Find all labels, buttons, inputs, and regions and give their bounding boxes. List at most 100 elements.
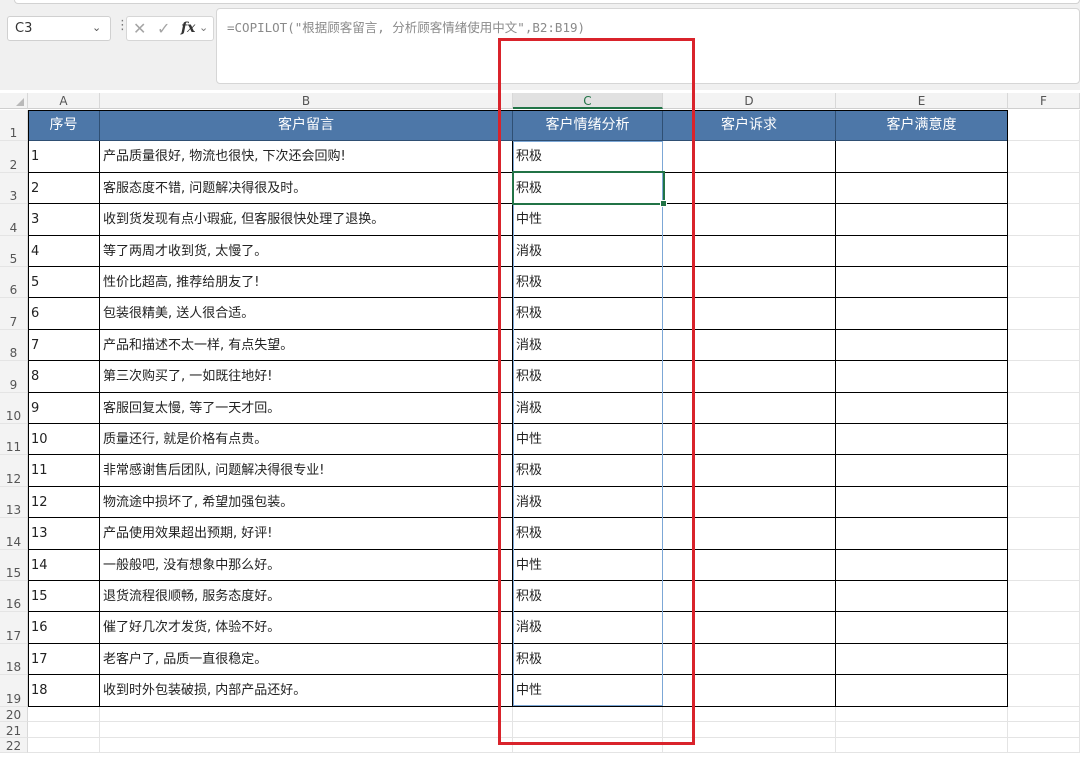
- row-header-6[interactable]: 6: [0, 267, 28, 299]
- cell-f2[interactable]: [1008, 141, 1080, 173]
- cell-b5[interactable]: 等了两周才收到货, 太慢了。: [100, 235, 513, 267]
- cell-c15[interactable]: 中性: [513, 549, 663, 581]
- name-box[interactable]: C3 ⌄: [7, 16, 111, 41]
- cell-c17[interactable]: 消极: [513, 612, 663, 644]
- cell-e22[interactable]: [836, 737, 1008, 754]
- cell-d5[interactable]: [663, 235, 836, 267]
- check-icon[interactable]: ✓: [157, 19, 170, 38]
- formula-input[interactable]: =COPILOT("根据顾客留言, 分析顾客情绪使用中文",B2:B19): [216, 8, 1080, 84]
- cell-e7[interactable]: [836, 298, 1008, 330]
- cell-d21[interactable]: [663, 722, 836, 738]
- cell-f21[interactable]: [1008, 722, 1080, 738]
- row-header-11[interactable]: 11: [0, 424, 28, 456]
- cell-e5[interactable]: [836, 235, 1008, 267]
- cell-f11[interactable]: [1008, 424, 1080, 456]
- row-header-22[interactable]: 22: [0, 737, 28, 754]
- column-header-c[interactable]: C: [513, 93, 663, 109]
- cell-b17[interactable]: 催了好几次才发货, 体验不好。: [100, 612, 513, 644]
- cell-b11[interactable]: 质量还行, 就是价格有点贵。: [100, 424, 513, 456]
- cell-a7[interactable]: 6: [28, 298, 100, 330]
- chevron-down-icon[interactable]: ⌄: [92, 21, 101, 34]
- cell-e9[interactable]: [836, 361, 1008, 393]
- cell-a12[interactable]: 11: [28, 455, 100, 487]
- cell-b16[interactable]: 退货流程很顺畅, 服务态度好。: [100, 581, 513, 613]
- cell-e18[interactable]: [836, 643, 1008, 676]
- row-header-7[interactable]: 7: [0, 298, 28, 330]
- cell-c2[interactable]: 积极: [513, 141, 663, 173]
- cell-b6[interactable]: 性价比超高, 推荐给朋友了!: [100, 267, 513, 299]
- cell-f9[interactable]: [1008, 361, 1080, 393]
- cell-d20[interactable]: [663, 706, 836, 723]
- cell-c12[interactable]: 积极: [513, 455, 663, 487]
- cell-b22[interactable]: [100, 737, 513, 754]
- cell-c8[interactable]: 消极: [513, 329, 663, 362]
- row-header-5[interactable]: 5: [0, 235, 28, 267]
- cell-a19[interactable]: 18: [28, 675, 100, 707]
- row-header-2[interactable]: 2: [0, 141, 28, 173]
- cell-f20[interactable]: [1008, 706, 1080, 723]
- row-header-21[interactable]: 21: [0, 722, 28, 738]
- cell-f4[interactable]: [1008, 204, 1080, 236]
- cell-a10[interactable]: 9: [28, 392, 100, 424]
- cell-f5[interactable]: [1008, 235, 1080, 267]
- cell-c6[interactable]: 积极: [513, 267, 663, 299]
- header-cell-c[interactable]: 客户情绪分析: [513, 110, 663, 141]
- cell-c11[interactable]: 中性: [513, 424, 663, 456]
- cell-c3[interactable]: 积极: [513, 172, 663, 205]
- row-header-1[interactable]: 1: [0, 110, 28, 141]
- cell-e2[interactable]: [836, 141, 1008, 173]
- row-header-12[interactable]: 12: [0, 455, 28, 487]
- cell-f17[interactable]: [1008, 612, 1080, 644]
- cell-f22[interactable]: [1008, 737, 1080, 754]
- cell-b2[interactable]: 产品质量很好, 物流也很快, 下次还会回购!: [100, 141, 513, 173]
- cell-b4[interactable]: 收到货发现有点小瑕疵, 但客服很快处理了退换。: [100, 204, 513, 236]
- cell-f19[interactable]: [1008, 675, 1080, 707]
- cell-e3[interactable]: [836, 172, 1008, 205]
- row-header-17[interactable]: 17: [0, 612, 28, 644]
- row-header-16[interactable]: 16: [0, 581, 28, 613]
- row-header-14[interactable]: 14: [0, 518, 28, 550]
- cell-a16[interactable]: 15: [28, 581, 100, 613]
- cell-c19[interactable]: 中性: [513, 675, 663, 707]
- cell-e20[interactable]: [836, 706, 1008, 723]
- cell-b20[interactable]: [100, 706, 513, 723]
- cancel-icon[interactable]: ✕: [133, 19, 146, 38]
- cell-f7[interactable]: [1008, 298, 1080, 330]
- column-header-b[interactable]: B: [100, 93, 513, 109]
- cell-a11[interactable]: 10: [28, 424, 100, 456]
- cell-c10[interactable]: 消极: [513, 392, 663, 424]
- cell-a4[interactable]: 3: [28, 204, 100, 236]
- cell-b15[interactable]: 一般般吧, 没有想象中那么好。: [100, 549, 513, 581]
- cell-e19[interactable]: [836, 675, 1008, 707]
- cell-d8[interactable]: [663, 329, 836, 362]
- cell-d16[interactable]: [663, 581, 836, 613]
- row-header-10[interactable]: 10: [0, 392, 28, 424]
- column-header-d[interactable]: D: [663, 93, 836, 109]
- cell-b19[interactable]: 收到时外包装破损, 内部产品还好。: [100, 675, 513, 707]
- cell-f10[interactable]: [1008, 392, 1080, 424]
- select-all-corner[interactable]: [0, 93, 28, 109]
- cell-b8[interactable]: 产品和描述不太一样, 有点失望。: [100, 329, 513, 362]
- cell-e6[interactable]: [836, 267, 1008, 299]
- cell-d10[interactable]: [663, 392, 836, 424]
- cell-d4[interactable]: [663, 204, 836, 236]
- row-header-18[interactable]: 18: [0, 643, 28, 676]
- cell-e21[interactable]: [836, 722, 1008, 738]
- cell-b12[interactable]: 非常感谢售后团队, 问题解决得很专业!: [100, 455, 513, 487]
- cell-d19[interactable]: [663, 675, 836, 707]
- row-header-3[interactable]: 3: [0, 172, 28, 205]
- cell-a3[interactable]: 2: [28, 172, 100, 205]
- cell-d2[interactable]: [663, 141, 836, 173]
- cell-f14[interactable]: [1008, 518, 1080, 550]
- cell-e14[interactable]: [836, 518, 1008, 550]
- header-cell-a[interactable]: 序号: [28, 110, 100, 141]
- cell-f6[interactable]: [1008, 267, 1080, 299]
- cell-d12[interactable]: [663, 455, 836, 487]
- cell-a15[interactable]: 14: [28, 549, 100, 581]
- cell-e15[interactable]: [836, 549, 1008, 581]
- cell-e16[interactable]: [836, 581, 1008, 613]
- row-header-13[interactable]: 13: [0, 486, 28, 519]
- header-cell-b[interactable]: 客户留言: [100, 110, 513, 141]
- cell-b7[interactable]: 包装很精美, 送人很合适。: [100, 298, 513, 330]
- cell-d17[interactable]: [663, 612, 836, 644]
